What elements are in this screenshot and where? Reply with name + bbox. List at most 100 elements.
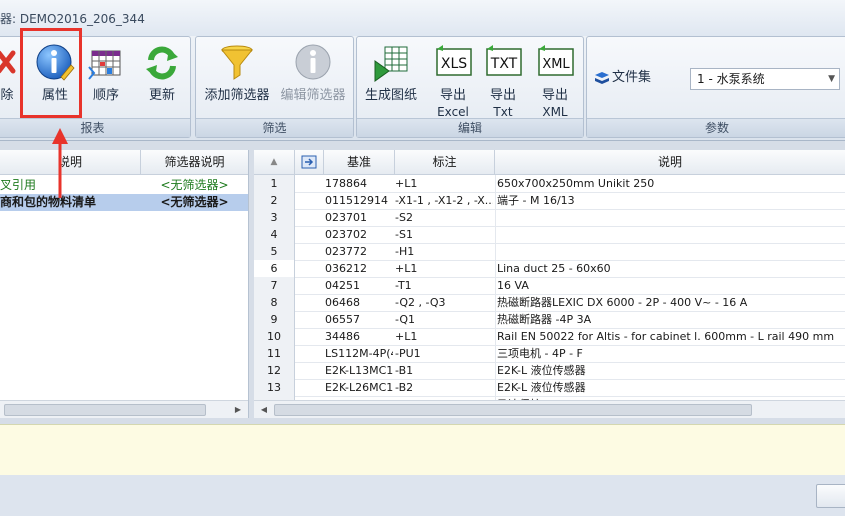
cell-base: E2K-L13MC1 — [325, 364, 393, 377]
table-row[interactable]: 3 023701 -S2 — [254, 209, 845, 227]
cell-base: LS112M-4P(4) — [325, 347, 393, 360]
table-row[interactable]: 8 06468 -Q2 , -Q3 热磁断路器LEXIC DX 6000 - 2P -… — [254, 294, 845, 312]
delete-button[interactable]: 除 — [0, 41, 19, 115]
scrollbar-thumb[interactable] — [274, 404, 752, 416]
funnel-icon — [217, 43, 257, 83]
export-excel-button[interactable]: XLS 导出 Excel — [429, 41, 477, 119]
col-filter-description[interactable]: 筛选器说明 — [141, 150, 248, 174]
properties-highlight-box — [20, 28, 82, 118]
cell-tag: -Q2 , -Q3 — [395, 296, 446, 309]
scroll-right-icon[interactable]: ▶ — [230, 401, 246, 418]
cell-base: 06468 — [325, 296, 360, 309]
column-chooser-icon[interactable] — [295, 150, 324, 174]
col-tag[interactable]: 标注 — [395, 150, 495, 174]
cell-base: 023702 — [325, 228, 367, 241]
cell-desc — [495, 209, 845, 226]
row-number: 6 — [254, 260, 295, 277]
table-row[interactable]: 9 06557 -Q1 热磁断路器 -4P 3A — [254, 311, 845, 329]
scrollbar-thumb[interactable] — [4, 404, 206, 416]
cell-desc: Rail EN 50022 for Altis - for cabinet l.… — [495, 328, 845, 345]
generate-drawing-icon — [371, 43, 411, 83]
list-item-desc: 叉引用 — [0, 178, 37, 192]
table-row[interactable]: 12 E2K-L13MC1 -B1 E2K-L 液位传感器 — [254, 362, 845, 380]
txt-icon: TXT — [483, 43, 523, 83]
row-number: 4 — [254, 226, 295, 243]
ribbon-group-edit: 生成图纸 XLS 导出 Excel TXT 导出 Txt XML 导出 XML … — [356, 36, 584, 138]
cell-desc — [495, 243, 845, 260]
ribbon: 除 属性 顺序 更新 报表 添加筛选器 编辑筛选器 筛选 生成图纸 XLS 导出… — [0, 36, 845, 141]
info-panel — [0, 424, 845, 476]
xml-badge: XML — [542, 57, 570, 72]
table-row[interactable]: 6 036212 +L1 Lina duct 25 - 60x60 — [254, 260, 845, 278]
left-horizontal-scrollbar[interactable]: ▶ — [0, 400, 248, 418]
export-txt-label: 导出 — [489, 88, 516, 103]
row-number: 3 — [254, 209, 295, 226]
table-row[interactable]: 13 E2K-L26MC1 -B2 E2K-L 液位传感器 — [254, 379, 845, 397]
cell-desc: 热磁断路器 -4P 3A — [495, 311, 845, 328]
export-txt-button[interactable]: TXT 导出 Txt — [479, 41, 527, 119]
col-description[interactable]: 说明 — [0, 150, 141, 174]
table-row[interactable]: 2 011512914 -X1-1 , -X1-2 , -X... 端子 - M 16… — [254, 192, 845, 210]
export-xml-label: 导出 — [541, 88, 568, 103]
edit-filter-label: 编辑筛选器 — [280, 88, 346, 103]
cell-desc: 端子 - M 16/13 — [495, 192, 845, 209]
cell-tag: -H1 — [395, 245, 415, 258]
generate-drawing-label: 生成图纸 — [364, 88, 417, 103]
table-row[interactable]: 4 023702 -S1 — [254, 226, 845, 244]
cell-base: 023772 — [325, 245, 367, 258]
window-title: 器: DEMO2016_206_344 — [0, 12, 145, 26]
col-base[interactable]: 基准 — [324, 150, 395, 174]
generate-drawing-button[interactable]: 生成图纸 — [359, 41, 423, 115]
edit-filter-button[interactable]: 编辑筛选器 — [276, 41, 350, 115]
order-label: 顺序 — [92, 88, 119, 103]
status-button[interactable] — [816, 484, 845, 508]
cell-desc: 650x700x250mm Unikit 250 — [495, 175, 845, 192]
table-row[interactable]: 11 LS112M-4P(4)-PU1 三项电机 - 4P - F — [254, 345, 845, 363]
txt-badge: TXT — [490, 56, 518, 72]
cell-tag: -B1 — [395, 364, 414, 377]
info-gray-icon — [293, 43, 333, 83]
update-label: 更新 — [148, 88, 175, 103]
cell-tag: -S2 — [395, 211, 413, 224]
row-number: 5 — [254, 243, 295, 260]
right-horizontal-scrollbar[interactable]: ◀ — [254, 400, 845, 418]
export-xml-button[interactable]: XML 导出 XML — [531, 41, 579, 119]
table-row[interactable]: 10 34486 +L1 Rail EN 50022 for Altis - for … — [254, 328, 845, 346]
cell-base: 06557 — [325, 313, 360, 326]
cell-tag: -X1-1 , -X1-2 , -X... — [395, 194, 493, 207]
cell-base: E2K-L26MC1 — [325, 381, 393, 394]
cell-base: 011512914 — [325, 194, 388, 207]
sort-up-icon[interactable]: ▲ — [254, 150, 295, 174]
table-row[interactable]: 5 023772 -H1 — [254, 243, 845, 261]
cell-desc: 16 VA — [495, 277, 845, 294]
xml-icon: XML — [535, 43, 575, 83]
report-list-header: 说明 筛选器说明 — [0, 150, 248, 175]
status-bar — [0, 475, 845, 516]
update-button[interactable]: 更新 — [135, 41, 189, 115]
list-item[interactable]: 叉引用 <无筛选器> — [0, 177, 248, 194]
delete-label: 除 — [0, 88, 14, 103]
cell-tag: -T1 — [395, 279, 412, 292]
cell-base: 04251 — [325, 279, 360, 292]
row-number: 1 — [254, 175, 295, 192]
row-number: 12 — [254, 362, 295, 379]
row-number: 8 — [254, 294, 295, 311]
order-button[interactable]: 顺序 — [81, 41, 131, 115]
list-item-desc: 商和包的物料清单 — [0, 195, 97, 209]
row-number: 9 — [254, 311, 295, 328]
table-row[interactable]: 7 04251 -T1 16 VA — [254, 277, 845, 295]
cell-tag: -Q1 — [395, 313, 416, 326]
cell-tag: -PU1 — [395, 347, 421, 360]
add-filter-button[interactable]: 添加筛选器 — [200, 41, 274, 115]
col-desc[interactable]: 说明 — [495, 150, 845, 174]
cell-desc — [495, 226, 845, 243]
ribbon-group-filter-caption: 筛选 — [196, 118, 353, 137]
fileset-dropdown[interactable]: 1 - 水泵系统 ▼ — [690, 68, 840, 90]
fileset-icon — [594, 71, 610, 88]
scroll-left-icon[interactable]: ◀ — [256, 401, 272, 418]
table-row[interactable]: 1 178864 +L1 650x700x250mm Unikit 250 — [254, 175, 845, 193]
fileset-label: 文件集 — [612, 70, 652, 85]
delete-x-icon — [0, 43, 17, 83]
list-item-selected[interactable]: 商和包的物料清单 <无筛选器> — [0, 194, 248, 211]
ribbon-group-report-caption: 报表 — [0, 118, 190, 137]
